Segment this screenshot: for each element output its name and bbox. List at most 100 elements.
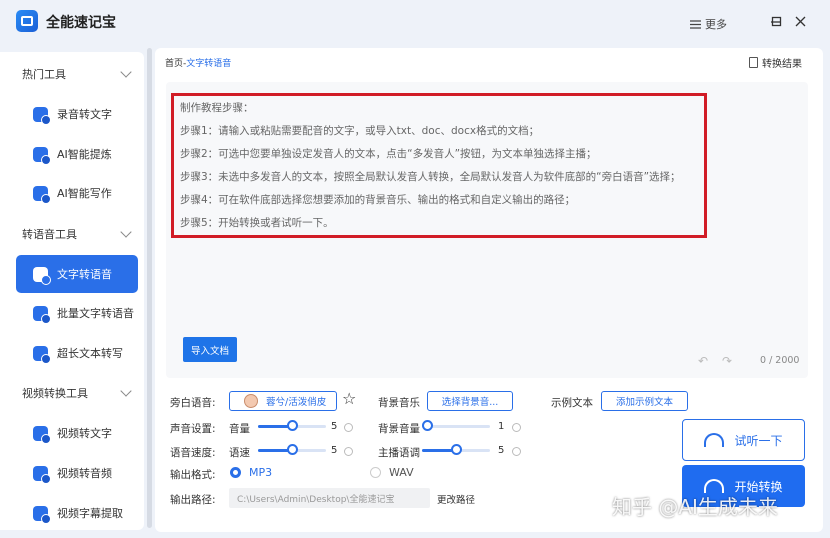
format-wav-label[interactable]: WAV (389, 466, 414, 479)
tutorial-line: 步骤2：可选中您要单独设定发音人的文本，点击“多发音人”按钮，为文本单独选择主播… (180, 148, 597, 160)
sidebar-item-label: 视频转音频 (57, 467, 112, 480)
breadcrumb: 首页-文字转语音 (165, 56, 231, 69)
favorite-star-icon[interactable]: ☆ (342, 389, 356, 408)
group-label: 视频转换工具 (22, 387, 88, 400)
more-menu-button[interactable]: 更多 (690, 16, 727, 32)
menu-icon (690, 19, 701, 29)
sidebar-item-label: 超长文本转写 (57, 347, 123, 360)
slider-knob[interactable] (287, 420, 298, 431)
tool-icon (33, 505, 51, 524)
bgm-label: 背景音乐 (378, 397, 420, 409)
sidebar-item-label: 文字转语音 (57, 268, 112, 281)
sidebar-item-batch-tts[interactable]: 批量文字转语音 (16, 294, 138, 332)
speed-slider[interactable] (258, 444, 326, 456)
voice-name: 蓉兮/活泼俏皮 (266, 397, 327, 408)
format-wav-radio[interactable] (370, 467, 381, 478)
sidebar-item-label: 视频转文字 (57, 427, 112, 440)
tutorial-line: 步骤1：请输入或粘贴需要配音的文字，或导入txt、doc、docx格式的文档； (180, 125, 540, 137)
redo-icon[interactable]: ↷ (722, 354, 732, 368)
chevron-down-icon (120, 385, 132, 397)
tool-icon (33, 146, 51, 165)
avatar (244, 394, 258, 408)
sidebar-item-text-to-speech[interactable]: 文字转语音 (16, 255, 138, 293)
sidebar-scrollbar[interactable] (147, 48, 152, 528)
sidebar-item-video-to-text[interactable]: 视频转文字 (16, 414, 138, 452)
tool-icon (33, 425, 51, 444)
bg-volume-slider[interactable] (422, 420, 490, 432)
sidebar-group-video-tools[interactable]: 视频转换工具 (0, 379, 144, 407)
group-label: 转语音工具 (22, 228, 77, 241)
format-mp3-label[interactable]: MP3 (249, 466, 272, 479)
tutorial-text-box: 制作教程步骤： 步骤1：请输入或粘贴需要配音的文字，或导入txt、doc、doc… (171, 93, 707, 238)
tool-icon (33, 266, 51, 285)
maximize-button[interactable] (769, 14, 783, 28)
add-sample-text-button[interactable]: 添加示例文本 (601, 391, 688, 411)
group-label: 热门工具 (22, 68, 66, 81)
maximize-icon (771, 16, 781, 26)
sidebar: 热门工具 录音转文字 AI智能提炼 AI智能写作 转语音工具 文字转语音 批量文… (0, 52, 144, 530)
sidebar-item-label: AI智能写作 (57, 187, 112, 200)
output-path-label: 输出路径: (170, 494, 216, 506)
bg-volume-reset-icon[interactable] (512, 423, 521, 432)
speed-sub-label: 语速 (229, 447, 250, 459)
listen-label: 试听一下 (734, 433, 783, 448)
select-bgm-button[interactable]: 选择背景音... (427, 391, 513, 411)
tutorial-line: 步骤4：可在软件底部选择您想要添加的背景音乐、输出的格式和自定义输出的路径； (180, 194, 576, 206)
sidebar-item-ai-write[interactable]: AI智能写作 (16, 174, 138, 212)
tool-icon (33, 305, 51, 324)
app-title: 全能速记宝 (46, 15, 116, 31)
sample-text-label: 示例文本 (551, 397, 593, 409)
narration-voice-select[interactable]: 蓉兮/活泼俏皮 (229, 391, 337, 411)
format-mp3-radio[interactable] (230, 467, 241, 478)
speech-speed-label: 语音速度: (170, 447, 216, 459)
watermark: 知乎 @AI生成未来 (612, 495, 778, 519)
slider-knob[interactable] (422, 420, 433, 431)
slider-knob[interactable] (451, 444, 462, 455)
narration-voice-label: 旁白语音: (170, 397, 216, 409)
breadcrumb-home[interactable]: 首页 (165, 59, 183, 69)
sidebar-item-label: AI智能提炼 (57, 148, 112, 161)
pitch-value: 5 (498, 445, 505, 456)
tool-icon (33, 185, 51, 204)
more-label: 更多 (705, 18, 727, 31)
sound-settings-label: 声音设置: (170, 423, 216, 435)
undo-icon[interactable]: ↶ (698, 354, 708, 368)
tutorial-line: 步骤5：开始转换或者试听一下。 (180, 217, 334, 229)
tool-icon (33, 106, 51, 125)
slider-knob[interactable] (287, 444, 298, 455)
output-path-field[interactable]: C:\Users\Admin\Desktop\全能速记宝 (229, 488, 430, 508)
headphones-icon (704, 433, 725, 447)
sidebar-item-long-text[interactable]: 超长文本转写 (16, 334, 138, 372)
sidebar-item-video-to-audio[interactable]: 视频转音频 (16, 454, 138, 492)
pitch-reset-icon[interactable] (512, 447, 521, 456)
output-format-label: 输出格式: (170, 469, 216, 481)
tutorial-line: 制作教程步骤： (180, 102, 254, 114)
tool-icon (33, 345, 51, 364)
listen-button[interactable]: 试听一下 (682, 419, 805, 461)
close-icon (795, 16, 805, 26)
sidebar-item-label: 批量文字转语音 (57, 307, 134, 320)
bg-volume-label: 背景音量 (378, 423, 420, 435)
speed-value: 5 (331, 445, 338, 456)
bg-volume-value: 1 (498, 421, 505, 432)
sidebar-item-audio-to-text[interactable]: 录音转文字 (16, 95, 138, 133)
volume-reset-icon[interactable] (344, 423, 353, 432)
change-path-button[interactable]: 更改路径 (437, 492, 475, 506)
breadcrumb-current: 文字转语音 (186, 59, 232, 69)
sidebar-item-subtitle-extract[interactable]: 视频字幕提取 (16, 494, 138, 532)
chevron-down-icon (120, 226, 132, 238)
sidebar-group-hot-tools[interactable]: 热门工具 (0, 60, 144, 88)
pitch-slider[interactable] (422, 444, 490, 456)
volume-value: 5 (331, 421, 338, 432)
volume-slider[interactable] (258, 420, 326, 432)
speed-reset-icon[interactable] (344, 447, 353, 456)
sidebar-item-ai-extract[interactable]: AI智能提炼 (16, 135, 138, 173)
tutorial-line: 步骤3：未选中多发音人的文本，按照全局默认发音人转换，全局默认发音人为软件底部的… (180, 171, 681, 183)
volume-label: 音量 (229, 423, 250, 435)
sidebar-group-tts-tools[interactable]: 转语音工具 (0, 220, 144, 248)
conversion-results-button[interactable]: 转换结果 (749, 55, 802, 70)
tool-icon (33, 465, 51, 484)
sidebar-item-label: 视频字幕提取 (57, 507, 123, 520)
close-button[interactable] (793, 14, 807, 28)
import-document-button[interactable]: 导入文档 (183, 337, 237, 362)
